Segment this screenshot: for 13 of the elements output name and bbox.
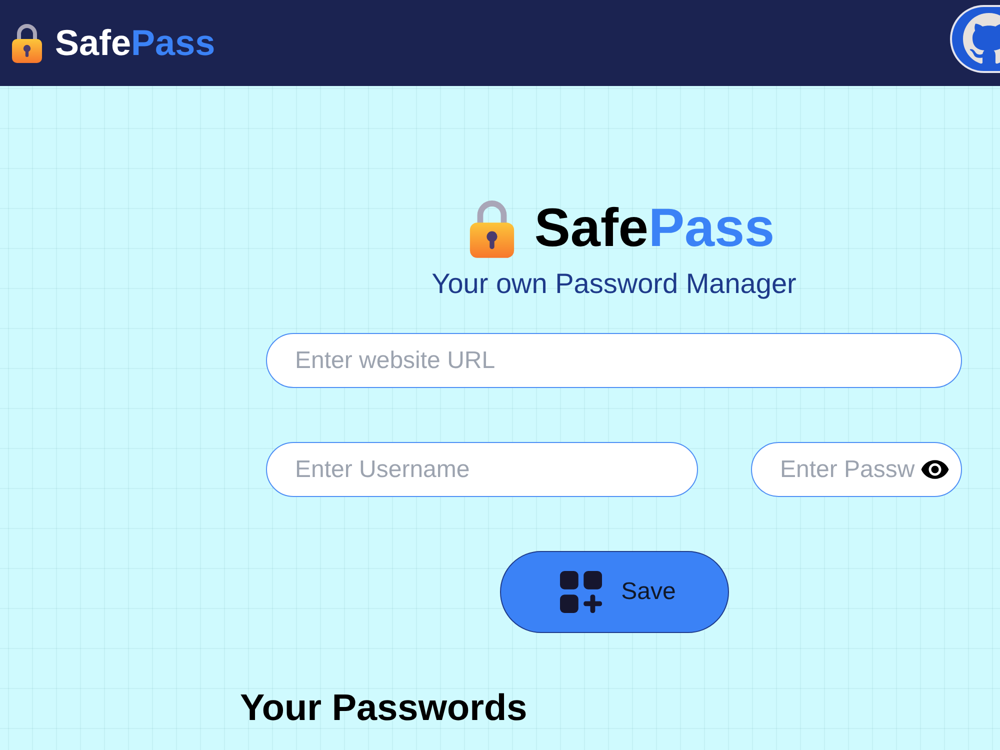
- url-field[interactable]: Enter website URL: [266, 333, 962, 388]
- eye-icon[interactable]: [920, 460, 950, 479]
- username-field[interactable]: Enter Username: [266, 442, 698, 497]
- lock-icon: [10, 23, 44, 63]
- logo-text: SafePass: [55, 25, 216, 61]
- icon-button[interactable]: [950, 5, 1000, 73]
- save-button[interactable]: Save: [500, 551, 728, 633]
- app-title: SafePass: [534, 197, 775, 260]
- cat-icon: [963, 13, 1000, 65]
- grid-plus-icon: [560, 571, 602, 613]
- section-title: Your Passwords: [240, 686, 528, 730]
- tagline: Your own Password Manager: [432, 267, 796, 301]
- password-field[interactable]: Enter Passw: [751, 442, 962, 497]
